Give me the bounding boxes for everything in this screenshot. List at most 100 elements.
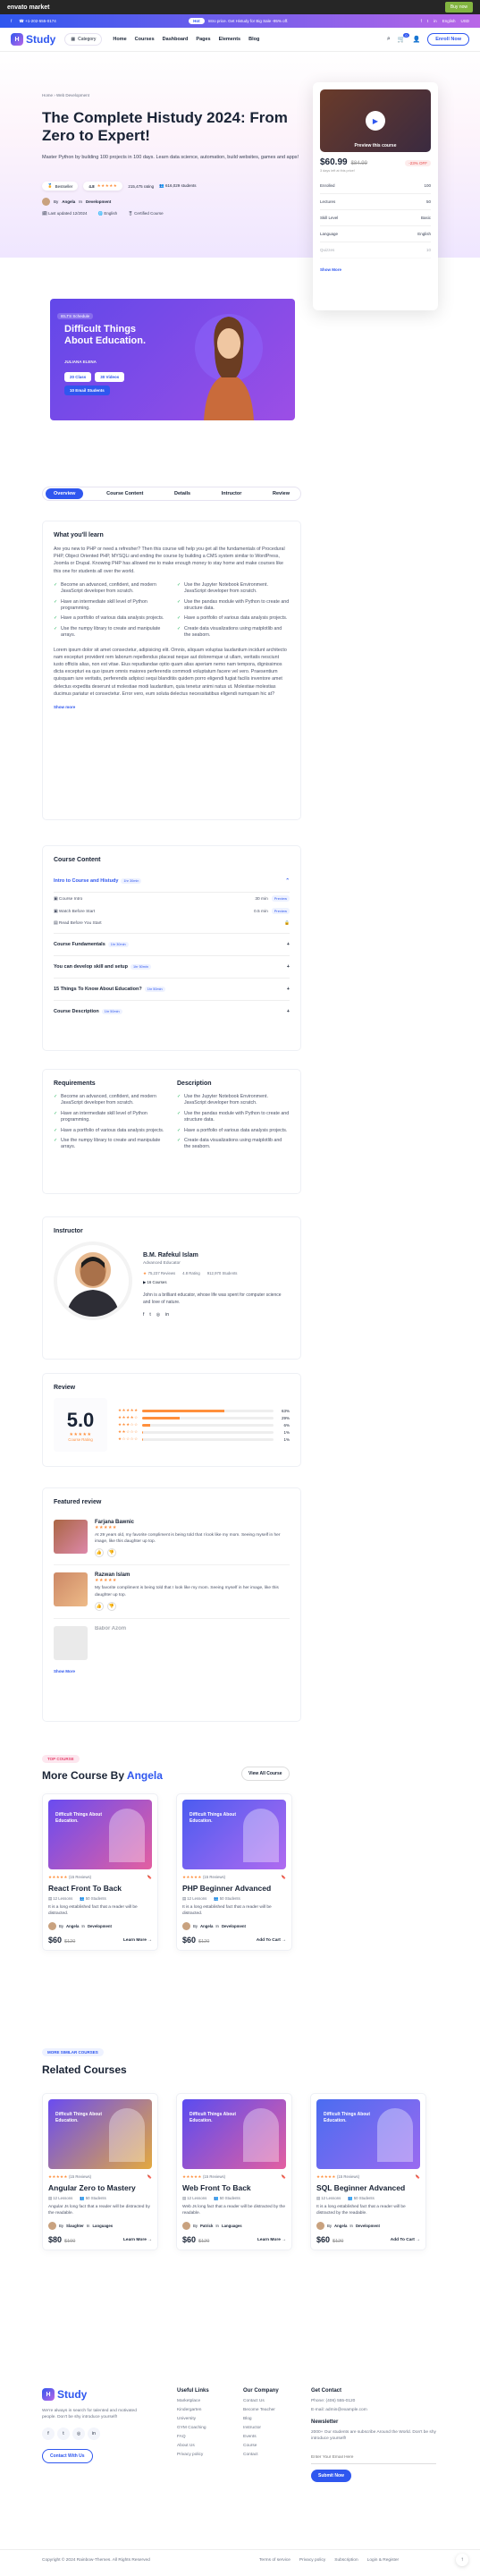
course-card[interactable]: Difficult Things About Education. ★★★★★ … [42, 2093, 158, 2251]
footer-company-link[interactable]: Instructor [243, 2426, 279, 2430]
accordion-section[interactable]: You can develop skill and setup 1hr 50min… [54, 956, 290, 979]
nav-courses[interactable]: Courses [135, 37, 155, 42]
footer-company-link[interactable]: Events [243, 2435, 279, 2439]
course-author[interactable]: Angela [200, 1924, 213, 1928]
submit-now-button[interactable]: Submit Now [311, 2470, 351, 2483]
footer-useful-link[interactable]: About Us [177, 2444, 209, 2448]
footer-company-link[interactable]: Blog [243, 2417, 279, 2421]
footer-useful-link[interactable]: Privacy policy [177, 2453, 209, 2457]
lesson-row[interactable]: ▣ Watch Before Start 0.5 min Preview [54, 905, 290, 918]
facebook-icon[interactable]: f [42, 2428, 55, 2441]
course-author[interactable]: Angela [334, 2224, 347, 2228]
tab-overview[interactable]: Overview [46, 488, 84, 499]
footer-brand[interactable]: H Study [42, 2388, 149, 2401]
thumbs-up-icon[interactable]: 👍 [95, 1601, 104, 1611]
instagram-icon[interactable]: ◎ [156, 1312, 160, 1318]
preview-video[interactable]: ▶ Preview this course [320, 89, 431, 152]
category-link[interactable]: Development [86, 199, 111, 204]
course-category[interactable]: Languages [222, 2224, 242, 2228]
facebook-icon[interactable]: f [143, 1312, 144, 1318]
tab-course-content[interactable]: Course Content [98, 488, 151, 499]
accordion-section[interactable]: Intro to Course and Histudy 1hr 30min ⌃ [54, 870, 290, 893]
cart-icon[interactable]: 🛒 0 [398, 33, 409, 43]
twitter-icon[interactable]: t [57, 2428, 70, 2441]
category-button[interactable]: ▦ Category [64, 33, 103, 46]
contact-with-us-button[interactable]: Contact With Us [42, 2449, 93, 2464]
currency-select[interactable]: USD [460, 19, 469, 23]
course-title[interactable]: Web Front To Back [182, 2183, 286, 2192]
nav-elements[interactable]: Elements [219, 37, 240, 42]
footer-useful-link[interactable]: FAQ [177, 2435, 209, 2439]
enroll-now-button[interactable]: Enroll Now [427, 33, 469, 46]
login-register-link[interactable]: Login & Register [367, 2558, 399, 2563]
footer-company-link[interactable]: Contact [243, 2453, 279, 2457]
envato-logo[interactable]: envato market [7, 4, 49, 11]
newsletter-email-input[interactable] [311, 2452, 436, 2465]
course-action-link[interactable]: Add To Cart → [257, 1938, 286, 1943]
lesson-row[interactable]: ▤ Read Before You Start 🔒 [54, 918, 290, 934]
user-icon[interactable]: 👤 [413, 36, 421, 43]
course-category[interactable]: Languages [92, 2224, 113, 2228]
linkedin-icon[interactable]: in [88, 2428, 100, 2441]
bookmark-icon[interactable]: 🔖 [147, 1875, 152, 1880]
contact-email[interactable]: E-mail: admin@example.com [311, 2408, 436, 2412]
twitter-icon[interactable]: t [149, 1312, 150, 1318]
buy-now-button[interactable]: Buy now [444, 2, 473, 13]
course-card[interactable]: Difficult Things About Education. ★★★★★ … [176, 2093, 292, 2251]
author-link[interactable]: Angela [62, 199, 75, 204]
footer-company-link[interactable]: Course [243, 2444, 279, 2448]
back-to-top-icon[interactable]: ↑ [456, 2554, 468, 2566]
course-action-link[interactable]: Add To Cart → [391, 2238, 420, 2242]
thumbs-down-icon[interactable]: 👎 [107, 1601, 116, 1611]
author-avatar[interactable] [42, 198, 50, 206]
course-thumbnail[interactable]: Difficult Things About Education. [182, 1800, 286, 1869]
course-card[interactable]: Difficult Things About Education. ★★★★★ … [42, 1793, 158, 1952]
play-icon[interactable]: ▶ [366, 111, 385, 131]
view-all-course-button[interactable]: View All Course [241, 1767, 290, 1781]
accordion-section[interactable]: Course Description 1hr 50min + [54, 1001, 290, 1022]
footer-useful-link[interactable]: GYM Coaching [177, 2426, 209, 2430]
course-category[interactable]: Development [356, 2224, 380, 2228]
tab-instructor[interactable]: Intructor [214, 488, 250, 499]
lesson-preview[interactable]: Preview [271, 895, 290, 902]
nav-home[interactable]: Home [113, 37, 126, 42]
privacy-link[interactable]: Privacy policy [299, 2558, 325, 2563]
nav-dashboard[interactable]: Dashboard [163, 37, 189, 42]
facebook-icon[interactable]: f [421, 19, 422, 23]
search-icon[interactable]: ⌕ [387, 36, 391, 43]
sidebar-show-more[interactable]: Show More [320, 267, 431, 272]
course-category[interactable]: Development [88, 1924, 112, 1928]
course-title[interactable]: SQL Beginner Advanced [316, 2183, 420, 2192]
learn-show-more[interactable]: Show more [54, 705, 290, 709]
course-title[interactable]: React Front To Back [48, 1884, 152, 1893]
footer-useful-link[interactable]: University [177, 2417, 209, 2421]
course-title[interactable]: Angular Zero to Mastery [48, 2183, 152, 2192]
course-thumbnail[interactable]: Difficult Things About Education. [316, 2099, 420, 2169]
terms-link[interactable]: Terms of service [259, 2558, 291, 2563]
accordion-section[interactable]: 15 Things To Know About Education? 1hr 50… [54, 979, 290, 1001]
subscription-link[interactable]: Subscription [334, 2558, 358, 2563]
course-author[interactable]: Slaughter [66, 2224, 84, 2228]
linkedin-icon[interactable]: in [165, 1312, 169, 1318]
course-category[interactable]: Development [222, 1924, 246, 1928]
promo-text[interactable]: Intro price. Get Histudy for Big Sale -9… [208, 19, 289, 23]
instructor-name[interactable]: B.M. Rafekul Islam [143, 1252, 290, 1258]
course-action-link[interactable]: Learn More → [257, 2238, 286, 2242]
footer-company-link[interactable]: Become Teacher [243, 2408, 279, 2412]
course-action-link[interactable]: Learn More → [123, 2238, 152, 2242]
course-card[interactable]: Difficult Things About Education. ★★★★★ … [310, 2093, 426, 2251]
thumbs-down-icon[interactable]: 👎 [107, 1548, 116, 1558]
tab-details[interactable]: Details [166, 488, 198, 499]
twitter-icon[interactable]: t [427, 19, 428, 23]
footer-useful-link[interactable]: Marketplace [177, 2399, 209, 2403]
lesson-row[interactable]: ▣ Course Intro 30 min Preview [54, 893, 290, 905]
course-thumbnail[interactable]: Difficult Things About Education. [48, 2099, 152, 2169]
bookmark-icon[interactable]: 🔖 [282, 1875, 286, 1880]
course-author[interactable]: Patrick [200, 2224, 213, 2228]
language-select[interactable]: English [442, 19, 456, 23]
course-action-link[interactable]: Learn More → [123, 1938, 152, 1943]
course-thumbnail[interactable]: Difficult Things About Education. [182, 2099, 286, 2169]
bookmark-icon[interactable]: 🔖 [282, 2174, 286, 2180]
footer-company-link[interactable]: Contact Us [243, 2399, 279, 2403]
linkedin-icon[interactable]: in [434, 19, 437, 23]
